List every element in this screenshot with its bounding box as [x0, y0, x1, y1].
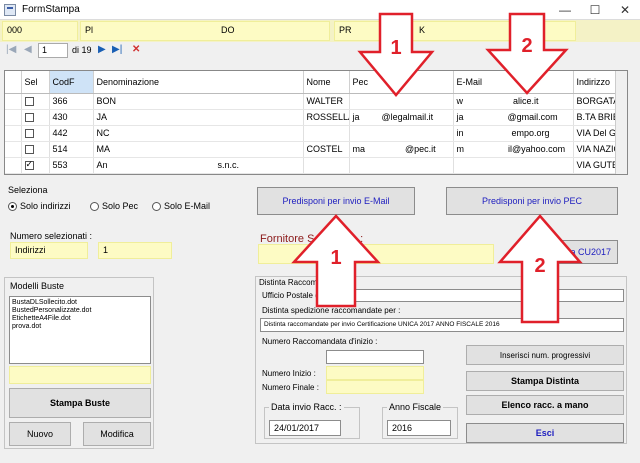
annotation-number-1-top: 1	[390, 37, 401, 59]
annotation-number-2-top: 2	[521, 35, 532, 57]
annotation-number-1-bottom: 1	[330, 247, 341, 269]
annotation-number-2-bottom: 2	[534, 255, 545, 277]
annotation-layer: 1 2 1 2	[291, 12, 583, 324]
